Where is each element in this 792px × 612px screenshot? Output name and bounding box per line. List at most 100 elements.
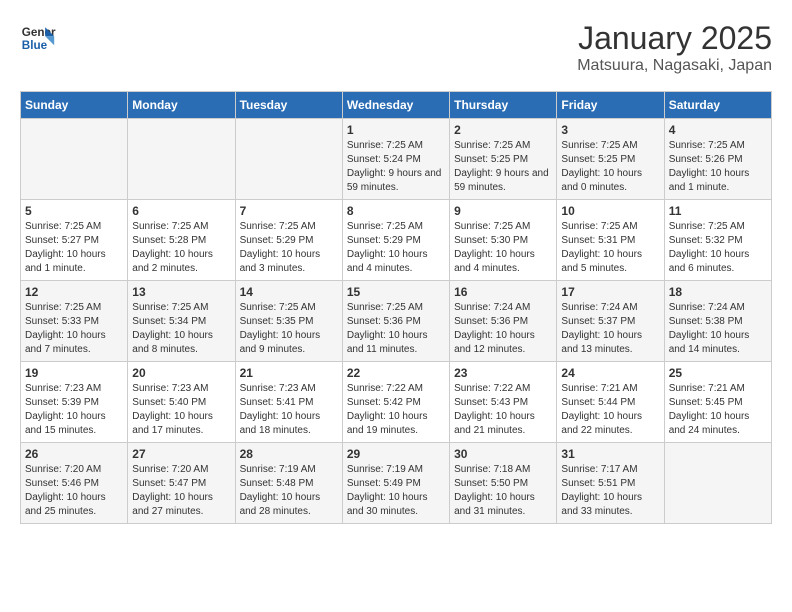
calendar-day-header: Monday [128, 92, 235, 119]
calendar-cell: 13 Sunrise: 7:25 AM Sunset: 5:34 PM Dayli… [128, 281, 235, 362]
day-number: 20 [132, 366, 230, 380]
calendar-cell: 4 Sunrise: 7:25 AM Sunset: 5:26 PM Daylig… [664, 119, 771, 200]
logo: General Blue [20, 20, 56, 56]
day-info: Sunrise: 7:21 AM Sunset: 5:45 PM Dayligh… [669, 382, 767, 438]
calendar-cell: 15 Sunrise: 7:25 AM Sunset: 5:36 PM Dayli… [342, 281, 449, 362]
day-info: Sunrise: 7:25 AM Sunset: 5:29 PM Dayligh… [347, 220, 445, 276]
day-info: Sunrise: 7:25 AM Sunset: 5:34 PM Dayligh… [132, 301, 230, 357]
day-info: Sunrise: 7:22 AM Sunset: 5:42 PM Dayligh… [347, 382, 445, 438]
day-info: Sunrise: 7:17 AM Sunset: 5:51 PM Dayligh… [561, 463, 659, 519]
day-info: Sunrise: 7:25 AM Sunset: 5:36 PM Dayligh… [347, 301, 445, 357]
calendar-cell [21, 119, 128, 200]
day-number: 9 [454, 204, 552, 218]
title-block: January 2025 Matsuura, Nagasaki, Japan [577, 20, 772, 75]
calendar-week-row: 19 Sunrise: 7:23 AM Sunset: 5:39 PM Dayli… [21, 362, 772, 443]
day-info: Sunrise: 7:25 AM Sunset: 5:31 PM Dayligh… [561, 220, 659, 276]
calendar-cell: 17 Sunrise: 7:24 AM Sunset: 5:37 PM Dayli… [557, 281, 664, 362]
day-info: Sunrise: 7:25 AM Sunset: 5:35 PM Dayligh… [240, 301, 338, 357]
calendar-day-header: Saturday [664, 92, 771, 119]
day-number: 26 [25, 447, 123, 461]
calendar-cell: 2 Sunrise: 7:25 AM Sunset: 5:25 PM Daylig… [450, 119, 557, 200]
calendar-week-row: 1 Sunrise: 7:25 AM Sunset: 5:24 PM Daylig… [21, 119, 772, 200]
page-title: January 2025 [577, 20, 772, 57]
day-info: Sunrise: 7:25 AM Sunset: 5:25 PM Dayligh… [561, 139, 659, 195]
calendar-day-header: Friday [557, 92, 664, 119]
day-number: 28 [240, 447, 338, 461]
day-info: Sunrise: 7:25 AM Sunset: 5:28 PM Dayligh… [132, 220, 230, 276]
day-info: Sunrise: 7:20 AM Sunset: 5:46 PM Dayligh… [25, 463, 123, 519]
calendar-cell [128, 119, 235, 200]
day-info: Sunrise: 7:25 AM Sunset: 5:25 PM Dayligh… [454, 139, 552, 195]
day-info: Sunrise: 7:25 AM Sunset: 5:29 PM Dayligh… [240, 220, 338, 276]
day-number: 27 [132, 447, 230, 461]
calendar-week-row: 5Sunrise: 7:25 AM Sunset: 5:27 PM Daylig… [21, 200, 772, 281]
calendar-cell: 8 Sunrise: 7:25 AM Sunset: 5:29 PM Daylig… [342, 200, 449, 281]
day-info: Sunrise: 7:25 AM Sunset: 5:26 PM Dayligh… [669, 139, 767, 195]
calendar-day-header: Wednesday [342, 92, 449, 119]
calendar-cell: 6 Sunrise: 7:25 AM Sunset: 5:28 PM Daylig… [128, 200, 235, 281]
day-number: 25 [669, 366, 767, 380]
calendar-cell: 10 Sunrise: 7:25 AM Sunset: 5:31 PM Dayli… [557, 200, 664, 281]
calendar-cell: 3 Sunrise: 7:25 AM Sunset: 5:25 PM Daylig… [557, 119, 664, 200]
svg-text:Blue: Blue [22, 39, 48, 52]
day-number: 22 [347, 366, 445, 380]
calendar-cell: 12Sunrise: 7:25 AM Sunset: 5:33 PM Dayli… [21, 281, 128, 362]
page-header: General Blue January 2025 Matsuura, Naga… [20, 20, 772, 75]
calendar-cell: 7Sunrise: 7:25 AM Sunset: 5:29 PM Daylig… [235, 200, 342, 281]
day-info: Sunrise: 7:21 AM Sunset: 5:44 PM Dayligh… [561, 382, 659, 438]
calendar-day-header: Sunday [21, 92, 128, 119]
day-number: 6 [132, 204, 230, 218]
calendar-cell: 11Sunrise: 7:25 AM Sunset: 5:32 PM Dayli… [664, 200, 771, 281]
day-number: 4 [669, 123, 767, 137]
day-number: 8 [347, 204, 445, 218]
calendar-day-header: Tuesday [235, 92, 342, 119]
calendar-cell: 16 Sunrise: 7:24 AM Sunset: 5:36 PM Dayli… [450, 281, 557, 362]
calendar-header-row: SundayMondayTuesdayWednesdayThursdayFrid… [21, 92, 772, 119]
day-number: 14 [240, 285, 338, 299]
day-info: Sunrise: 7:25 AM Sunset: 5:24 PM Dayligh… [347, 139, 445, 195]
day-info: Sunrise: 7:22 AM Sunset: 5:43 PM Dayligh… [454, 382, 552, 438]
day-number: 19 [25, 366, 123, 380]
day-number: 30 [454, 447, 552, 461]
day-info: Sunrise: 7:24 AM Sunset: 5:38 PM Dayligh… [669, 301, 767, 357]
calendar-cell: 1 Sunrise: 7:25 AM Sunset: 5:24 PM Daylig… [342, 119, 449, 200]
calendar-cell: 31Sunrise: 7:17 AM Sunset: 5:51 PM Dayli… [557, 443, 664, 524]
day-number: 2 [454, 123, 552, 137]
day-info: Sunrise: 7:24 AM Sunset: 5:36 PM Dayligh… [454, 301, 552, 357]
calendar-cell: 29Sunrise: 7:19 AM Sunset: 5:49 PM Dayli… [342, 443, 449, 524]
calendar-cell [664, 443, 771, 524]
day-info: Sunrise: 7:25 AM Sunset: 5:33 PM Dayligh… [25, 301, 123, 357]
page-subtitle: Matsuura, Nagasaki, Japan [577, 57, 772, 75]
day-number: 29 [347, 447, 445, 461]
day-info: Sunrise: 7:25 AM Sunset: 5:30 PM Dayligh… [454, 220, 552, 276]
day-number: 16 [454, 285, 552, 299]
calendar-cell: 18 Sunrise: 7:24 AM Sunset: 5:38 PM Dayli… [664, 281, 771, 362]
day-number: 18 [669, 285, 767, 299]
day-info: Sunrise: 7:23 AM Sunset: 5:39 PM Dayligh… [25, 382, 123, 438]
calendar-cell: 21Sunrise: 7:23 AM Sunset: 5:41 PM Dayli… [235, 362, 342, 443]
calendar-cell: 30 Sunrise: 7:18 AM Sunset: 5:50 PM Dayli… [450, 443, 557, 524]
calendar-cell: 28Sunrise: 7:19 AM Sunset: 5:48 PM Dayli… [235, 443, 342, 524]
day-info: Sunrise: 7:24 AM Sunset: 5:37 PM Dayligh… [561, 301, 659, 357]
day-number: 17 [561, 285, 659, 299]
calendar-cell: 22 Sunrise: 7:22 AM Sunset: 5:42 PM Dayli… [342, 362, 449, 443]
day-info: Sunrise: 7:23 AM Sunset: 5:40 PM Dayligh… [132, 382, 230, 438]
calendar-cell: 19 Sunrise: 7:23 AM Sunset: 5:39 PM Dayli… [21, 362, 128, 443]
day-info: Sunrise: 7:18 AM Sunset: 5:50 PM Dayligh… [454, 463, 552, 519]
day-number: 3 [561, 123, 659, 137]
calendar-table: SundayMondayTuesdayWednesdayThursdayFrid… [20, 91, 772, 524]
day-number: 24 [561, 366, 659, 380]
day-number: 1 [347, 123, 445, 137]
day-info: Sunrise: 7:20 AM Sunset: 5:47 PM Dayligh… [132, 463, 230, 519]
calendar-cell: 26 Sunrise: 7:20 AM Sunset: 5:46 PM Dayli… [21, 443, 128, 524]
day-number: 10 [561, 204, 659, 218]
day-info: Sunrise: 7:25 AM Sunset: 5:32 PM Dayligh… [669, 220, 767, 276]
calendar-cell [235, 119, 342, 200]
calendar-day-header: Thursday [450, 92, 557, 119]
day-number: 15 [347, 285, 445, 299]
calendar-cell: 20 Sunrise: 7:23 AM Sunset: 5:40 PM Dayli… [128, 362, 235, 443]
day-number: 13 [132, 285, 230, 299]
calendar-cell: 25 Sunrise: 7:21 AM Sunset: 5:45 PM Dayli… [664, 362, 771, 443]
calendar-cell: 5Sunrise: 7:25 AM Sunset: 5:27 PM Daylig… [21, 200, 128, 281]
day-number: 5 [25, 204, 123, 218]
